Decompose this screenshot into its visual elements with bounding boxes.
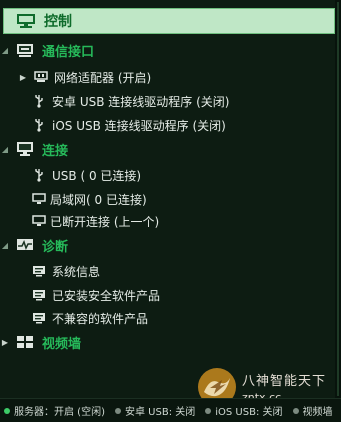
tree-section-label: 诊断 (42, 239, 69, 255)
tree-section-comm[interactable]: ◢ 通信接口 (0, 40, 94, 60)
usb-icon (34, 94, 44, 108)
collapsed-arrow-icon[interactable]: ▶ (18, 73, 28, 82)
status-server: 服务器：开启 (空闲) (4, 403, 105, 418)
tree-section-video-wall[interactable]: ▶ 视频墙 (0, 332, 81, 352)
tree-item-disconnected[interactable]: 已断开连接 (上一个) (32, 211, 159, 231)
tree-item-label: 已安装安全软件产品 (52, 288, 161, 303)
expand-arrow-icon[interactable]: ◢ (0, 46, 10, 55)
tree-section-label: 视频墙 (42, 336, 82, 352)
monitor-icon (16, 141, 34, 157)
collapsed-arrow-icon[interactable]: ▶ (0, 338, 10, 347)
tree-section-connection[interactable]: ◢ 连接 (0, 139, 68, 159)
tree-item-lan-connections[interactable]: 局域网( 0 已连接) (32, 189, 147, 209)
control-panel: 控制 ◢ 通信接口 ▶ 网络适配器 (开启) 安卓 USB 连接线驱动程序 (关… (0, 0, 335, 398)
info-panel-icon (32, 289, 46, 301)
tree-item-label: 不兼容的软件产品 (52, 311, 149, 326)
tree-section-diagnostics[interactable]: ◢ 诊断 (0, 235, 68, 255)
page-title: 控制 (44, 14, 72, 30)
usb-icon (34, 118, 44, 132)
tree-section-label: 连接 (42, 143, 69, 159)
tree-item-label: USB ( 0 已连接) (52, 168, 142, 183)
scrollbar-track[interactable] (337, 2, 339, 396)
status-video-wall: 视频墙 (292, 403, 333, 418)
info-panel-icon (32, 265, 46, 277)
panel-header[interactable]: 控制 (3, 8, 335, 34)
status-dot-icon (4, 407, 10, 414)
status-ios-usb-text: iOS USB: 关闭 (215, 407, 283, 418)
tree-item-label: 网络适配器 (开启) (54, 70, 152, 85)
video-wall-grid-icon (16, 334, 34, 350)
monitor-icon (32, 193, 46, 205)
tree-item-system-info[interactable]: 系统信息 (32, 261, 100, 281)
tree-item-security-software[interactable]: 已安装安全软件产品 (32, 285, 160, 305)
status-ios-usb: iOS USB: 关闭 (205, 403, 283, 418)
status-dot-icon (114, 407, 121, 414)
tree-item-label: 局域网( 0 已连接) (50, 192, 147, 207)
network-card-icon (16, 42, 34, 58)
tree-item-ios-usb[interactable]: iOS USB 连接线驱动程序 (关闭) (34, 115, 226, 135)
tree-item-label: 已断开连接 (上一个) (50, 214, 160, 229)
network-adapter-icon (34, 71, 48, 83)
expand-arrow-icon[interactable]: ◢ (0, 145, 10, 154)
monitor-icon (4, 13, 36, 29)
tree-item-network-adapter[interactable]: ▶ 网络适配器 (开启) (18, 67, 151, 87)
pulse-chart-icon (16, 237, 34, 253)
tree-item-usb-connections[interactable]: USB ( 0 已连接) (34, 165, 141, 185)
tree-item-label: 系统信息 (52, 264, 101, 279)
tree-item-label: 安卓 USB 连接线驱动程序 (关闭) (52, 94, 230, 109)
status-android-usb: 安卓 USB: 关闭 (114, 403, 196, 418)
status-dot-icon (292, 407, 299, 414)
usb-icon (34, 168, 44, 182)
status-dot-icon (205, 407, 212, 414)
tree-section-label: 通信接口 (42, 44, 95, 60)
monitor-icon (32, 215, 46, 227)
expand-arrow-icon[interactable]: ◢ (0, 241, 10, 250)
info-panel-icon (32, 312, 46, 324)
vertical-scrollbar[interactable] (335, 0, 341, 398)
tree-item-incompatible-software[interactable]: 不兼容的软件产品 (32, 308, 148, 328)
tree-item-android-usb[interactable]: 安卓 USB 连接线驱动程序 (关闭) (34, 91, 229, 111)
status-server-text: 服务器：开启 (空闲) (14, 407, 105, 418)
status-bar: 服务器：开启 (空闲) 安卓 USB: 关闭 iOS USB: 关闭 视频墙 (0, 398, 341, 422)
status-video-wall-text: 视频墙 (302, 407, 333, 418)
tree-item-label: iOS USB 连接线驱动程序 (关闭) (52, 118, 226, 133)
status-android-usb-text: 安卓 USB: 关闭 (124, 407, 196, 418)
